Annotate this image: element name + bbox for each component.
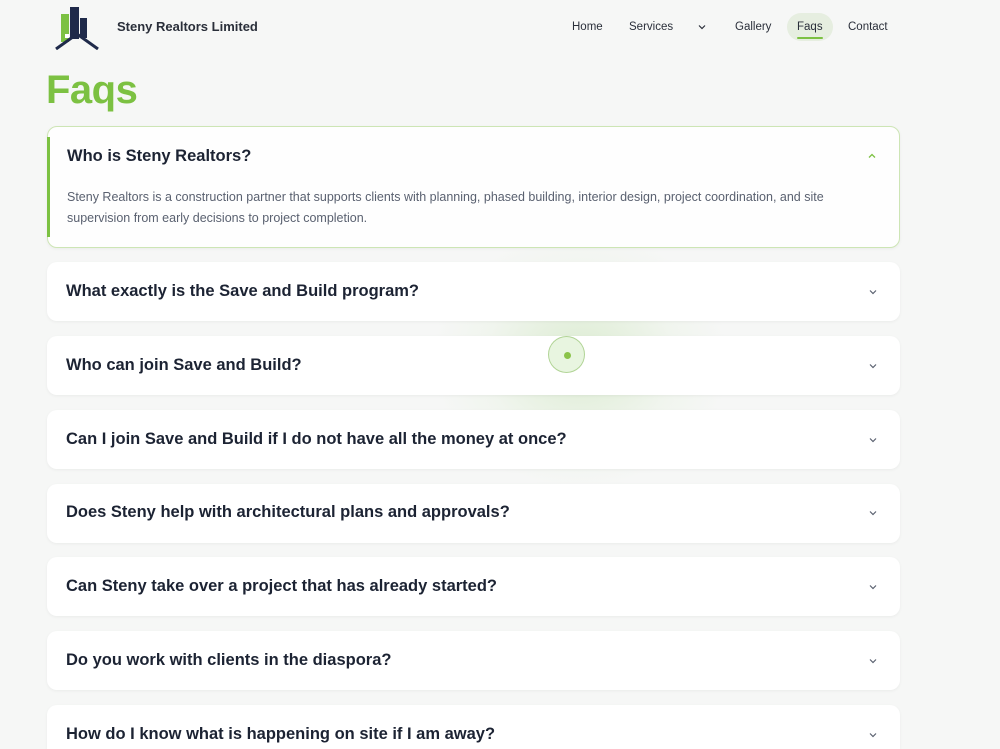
active-accent-bar bbox=[47, 137, 50, 237]
faq-question[interactable]: What exactly is the Save and Build progr… bbox=[66, 282, 419, 301]
nav-faqs[interactable]: Faqs bbox=[787, 13, 833, 41]
faq-item[interactable]: Can I join Save and Build if I do not ha… bbox=[47, 410, 900, 469]
cursor-ring-indicator bbox=[548, 336, 585, 373]
faq-question[interactable]: Can I join Save and Build if I do not ha… bbox=[66, 430, 567, 449]
page-title: Faqs bbox=[46, 68, 138, 112]
faq-question[interactable]: Who is Steny Realtors? bbox=[67, 147, 251, 166]
faq-item[interactable]: Who is Steny Realtors? Steny Realtors is… bbox=[47, 126, 900, 248]
nav-home[interactable]: Home bbox=[572, 13, 603, 41]
services-chevron-down-icon[interactable] bbox=[697, 22, 707, 32]
faq-item[interactable]: What exactly is the Save and Build progr… bbox=[47, 262, 900, 321]
cursor-dot bbox=[564, 352, 571, 359]
faq-item[interactable]: How do I know what is happening on site … bbox=[47, 705, 900, 749]
faq-item[interactable]: Who can join Save and Build? bbox=[47, 336, 900, 395]
faq-answer: Steny Realtors is a construction partner… bbox=[67, 190, 824, 225]
building-house-logo-icon[interactable] bbox=[54, 4, 100, 50]
faq-question[interactable]: Can Steny take over a project that has a… bbox=[66, 577, 497, 596]
nav-gallery[interactable]: Gallery bbox=[735, 13, 771, 41]
nav-active-indicator bbox=[797, 37, 823, 39]
faq-item[interactable]: Can Steny take over a project that has a… bbox=[47, 557, 900, 616]
chevron-down-icon[interactable] bbox=[867, 655, 879, 667]
faq-question[interactable]: Does Steny help with architectural plans… bbox=[66, 503, 510, 522]
faq-question[interactable]: Do you work with clients in the diaspora… bbox=[66, 651, 391, 670]
brand-name[interactable]: Steny Realtors Limited bbox=[117, 19, 258, 34]
nav-services[interactable]: Services bbox=[629, 13, 673, 41]
chevron-down-icon[interactable] bbox=[867, 286, 879, 298]
chevron-up-icon[interactable] bbox=[866, 150, 878, 162]
nav-contact[interactable]: Contact bbox=[848, 13, 888, 41]
faq-item[interactable]: Do you work with clients in the diaspora… bbox=[47, 631, 900, 690]
chevron-down-icon[interactable] bbox=[867, 581, 879, 593]
site-header: Steny Realtors Limited Home Services Gal… bbox=[0, 0, 1000, 60]
nav-faqs-label: Faqs bbox=[797, 21, 823, 33]
chevron-down-icon[interactable] bbox=[867, 434, 879, 446]
faq-item[interactable]: Does Steny help with architectural plans… bbox=[47, 484, 900, 543]
chevron-down-icon[interactable] bbox=[867, 507, 879, 519]
faq-question[interactable]: How do I know what is happening on site … bbox=[66, 725, 495, 744]
chevron-down-icon[interactable] bbox=[867, 729, 879, 741]
chevron-down-icon[interactable] bbox=[867, 360, 879, 372]
faq-question[interactable]: Who can join Save and Build? bbox=[66, 356, 302, 375]
